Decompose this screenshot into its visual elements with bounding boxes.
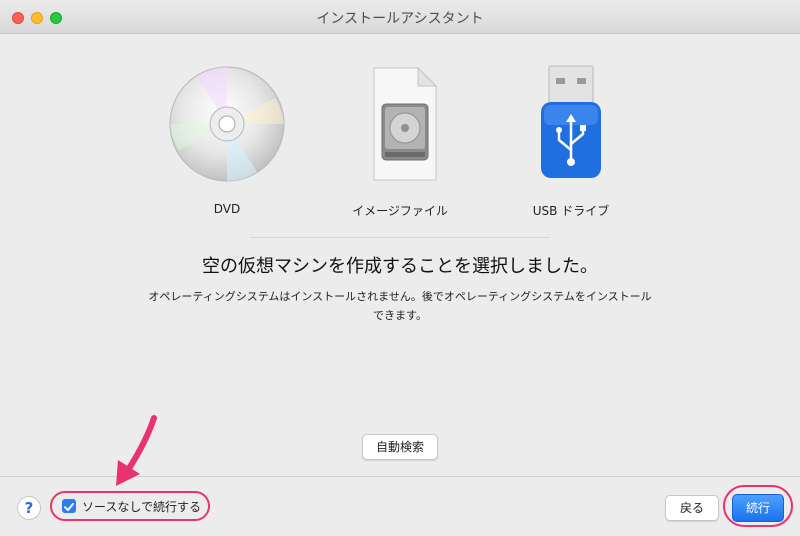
dvd-disc-icon <box>167 64 287 184</box>
message-heading: 空の仮想マシンを作成することを選択しました。 <box>202 256 598 277</box>
install-assistant-window: インストールアシスタント DVD イメージファイル USB ドライブ 空の仮想マ… <box>0 0 800 536</box>
pointer-arrow-icon <box>116 415 157 486</box>
divider <box>250 237 550 238</box>
message-description: オペレーティングシステムはインストールされません。後でオペレーティングシステムを… <box>120 287 680 325</box>
title-bar: インストールアシスタント <box>0 0 800 34</box>
source-dvd-label: DVD <box>213 202 241 216</box>
window-title: インストールアシスタント <box>316 11 484 27</box>
disk-image-file-icon <box>340 64 460 184</box>
auto-detect-button[interactable]: 自動検索 <box>362 434 438 460</box>
continue-button[interactable]: 続行 <box>732 494 784 522</box>
checkmark-icon <box>64 503 74 511</box>
source-dvd[interactable]: DVD <box>152 64 302 224</box>
main-content: DVD イメージファイル USB ドライブ 空の仮想マシンを作成することを選択し… <box>0 34 800 476</box>
source-usb-drive[interactable]: USB ドライブ <box>496 64 646 224</box>
source-usb-drive-label: USB ドライブ <box>532 204 610 218</box>
message-line-1: オペレーティングシステムはインストールされません。後でオペレーティングシステムを… <box>148 290 652 303</box>
source-image-file-label: イメージファイル <box>352 204 448 218</box>
continue-without-source-checkbox[interactable] <box>62 499 76 513</box>
usb-drive-icon <box>511 64 631 184</box>
help-button[interactable]: ? <box>17 496 41 520</box>
back-button[interactable]: 戻る <box>665 495 719 521</box>
source-image-file[interactable]: イメージファイル <box>325 64 475 224</box>
message-line-2: できます。 <box>373 309 427 322</box>
